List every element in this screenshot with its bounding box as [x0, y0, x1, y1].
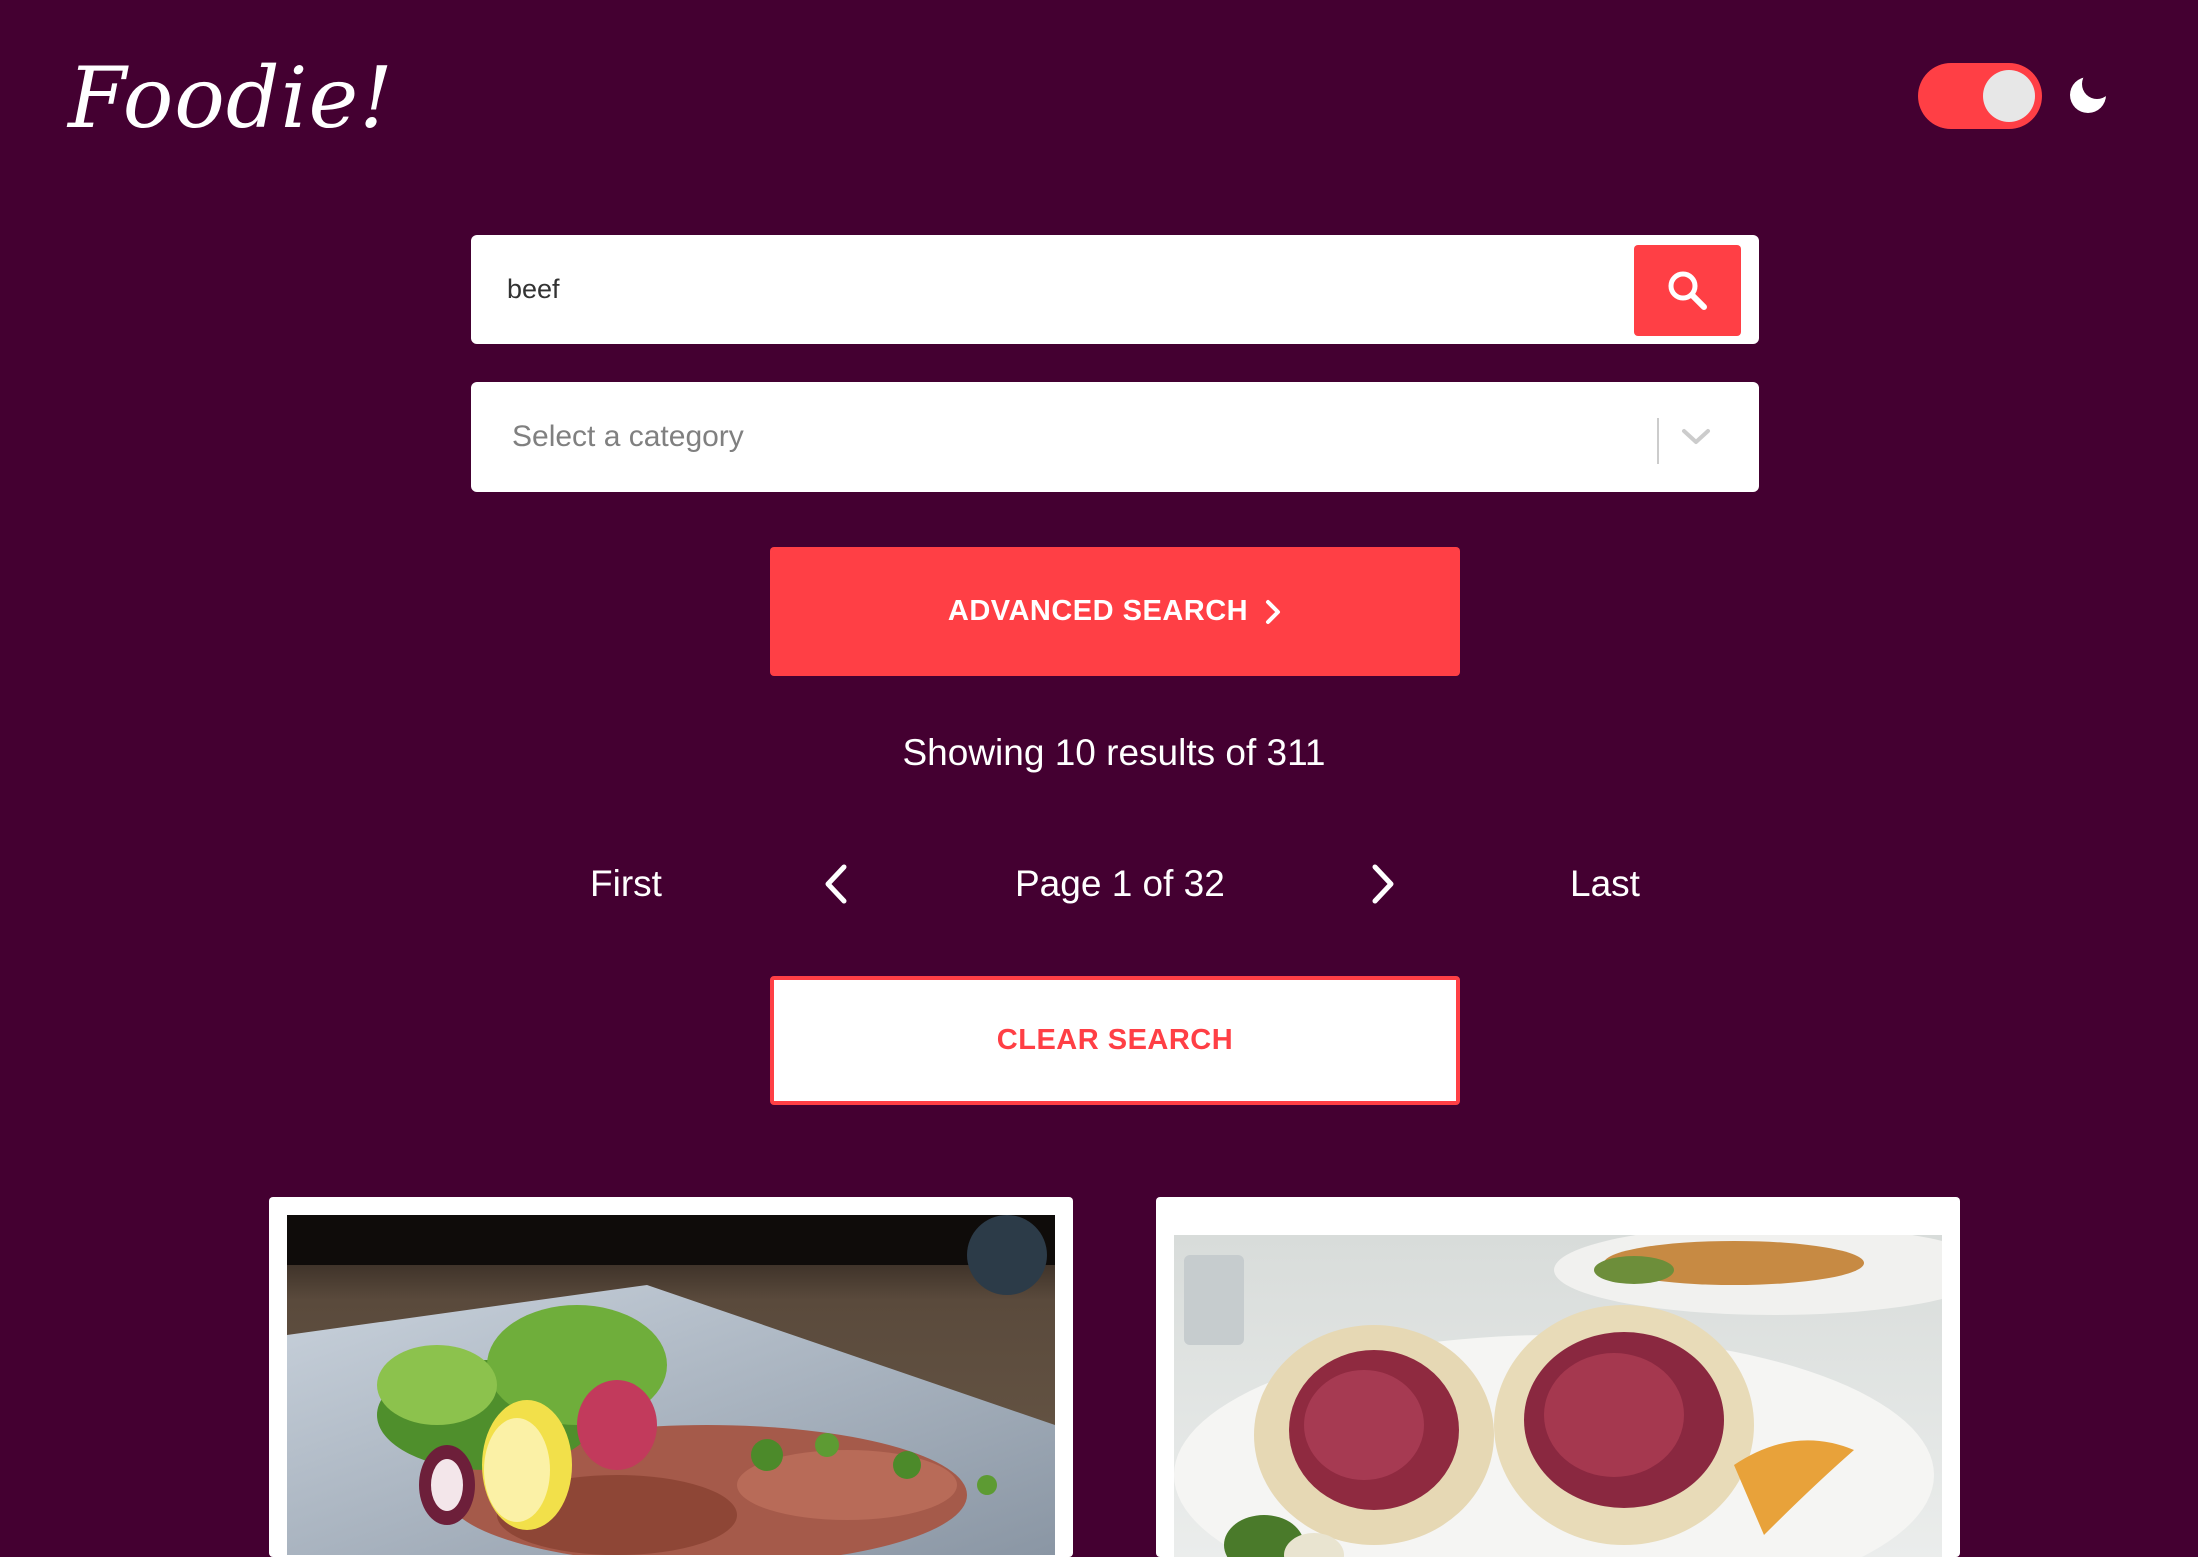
search-input[interactable] [507, 259, 1607, 319]
recipe-card[interactable] [269, 1197, 1073, 1557]
search-icon [1668, 271, 1707, 310]
select-divider [1657, 418, 1659, 464]
search-button[interactable] [1634, 245, 1741, 336]
recipe-image [287, 1215, 1055, 1555]
pagination-first[interactable]: First [590, 859, 662, 909]
search-bar [471, 235, 1759, 344]
category-placeholder: Select a category [512, 420, 744, 453]
pagination-last[interactable]: Last [1570, 859, 1640, 909]
chevron-left-icon[interactable] [818, 859, 854, 909]
theme-toggle-knob [1983, 70, 2035, 122]
recipe-image [1174, 1235, 1942, 1557]
theme-toggle[interactable] [1918, 63, 2042, 129]
clear-search-label: CLEAR SEARCH [996, 1024, 1234, 1056]
chevron-right-icon[interactable] [1365, 859, 1401, 909]
category-select[interactable]: Select a category [471, 382, 1759, 492]
clear-search-button[interactable]: CLEAR SEARCH [770, 976, 1460, 1105]
pagination-page-indicator: Page 1 of 32 [1015, 863, 1225, 904]
moon-icon [2070, 77, 2106, 113]
chevron-right-icon [1266, 599, 1281, 624]
app-logo[interactable]: Foodie! [68, 48, 394, 148]
chevron-down-icon[interactable] [1681, 426, 1711, 446]
advanced-search-button[interactable]: ADVANCED SEARCH [770, 547, 1460, 676]
results-summary: Showing 10 results of 311 [902, 732, 1326, 773]
advanced-search-label: ADVANCED SEARCH [947, 595, 1249, 627]
recipe-card[interactable] [1156, 1197, 1960, 1557]
